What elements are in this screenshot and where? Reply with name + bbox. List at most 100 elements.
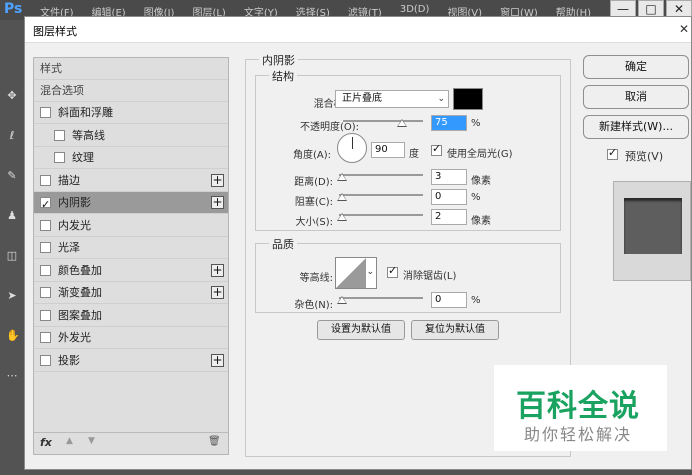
size-slider[interactable] [339, 214, 423, 216]
angle-dial[interactable] [337, 133, 367, 163]
distance-unit: 像素 [471, 176, 491, 187]
path-tool-icon[interactable]: ➤ [6, 290, 18, 302]
noise-slider[interactable] [339, 297, 423, 299]
style-item-label: 内阴影 [58, 196, 91, 209]
angle-label: 角度(A): [292, 150, 331, 161]
style-item-label: 纹理 [72, 151, 94, 164]
style-item-checkbox[interactable] [40, 194, 51, 216]
style-item[interactable]: 内发光 [34, 215, 228, 237]
style-item[interactable]: 描边 + [34, 170, 228, 192]
style-item-checkbox[interactable] [40, 354, 51, 366]
distance-slider-thumb[interactable] [337, 173, 347, 181]
add-style-icon[interactable]: + [211, 286, 224, 299]
choke-slider-thumb[interactable] [337, 193, 347, 201]
distance-input[interactable]: 3 [431, 169, 467, 185]
style-item-label: 颜色叠加 [58, 263, 102, 277]
distance-label: 距离(D): [294, 177, 333, 188]
noise-input[interactable]: 0 [431, 292, 467, 308]
opacity-slider[interactable] [343, 120, 423, 122]
style-item-label: 描边 [58, 173, 80, 187]
add-style-icon[interactable]: + [211, 173, 224, 187]
style-list-header-blend[interactable]: 混合选项 [34, 80, 228, 102]
choke-slider[interactable] [339, 194, 423, 196]
style-item[interactable]: 光泽 [34, 237, 228, 259]
noise-unit: % [471, 295, 481, 306]
style-item[interactable]: 纹理 [34, 147, 228, 169]
hand-tool-icon[interactable]: ✋ [6, 330, 20, 342]
ps-toolbox: ✥ ℓ ✎ ♟ ◫ ➤ ✋ ⋯ [0, 20, 24, 475]
eraser-tool-icon[interactable]: ◫ [6, 250, 18, 262]
reset-default-button[interactable]: 复位为默认值 [411, 320, 499, 340]
fx-icon[interactable]: fx [40, 436, 52, 449]
angle-needle [352, 137, 353, 149]
blend-mode-select[interactable]: 正片叠底 ⌄ [335, 90, 449, 108]
lasso-tool-icon[interactable]: ℓ [6, 130, 18, 142]
trash-icon[interactable]: 🗑 [208, 436, 221, 447]
make-default-button[interactable]: 设置为默认值 [317, 320, 405, 340]
contour-picker[interactable]: ⌄ [335, 257, 377, 289]
style-item[interactable]: 斜面和浮雕 [34, 102, 228, 124]
new-style-button[interactable]: 新建样式(W)... [583, 115, 689, 139]
preview-box [613, 181, 691, 281]
antialias-checkbox[interactable] [387, 264, 398, 278]
preview-checkbox[interactable] [607, 146, 618, 160]
brush-tool-icon[interactable]: ✎ [6, 170, 18, 182]
style-item-checkbox[interactable] [40, 264, 51, 276]
move-tool-icon[interactable]: ✥ [6, 90, 18, 102]
move-up-icon[interactable]: ▲ [66, 436, 73, 446]
style-item-checkbox[interactable] [54, 129, 65, 141]
style-item-checkbox[interactable] [40, 174, 51, 186]
opacity-input[interactable]: 75 [431, 115, 467, 131]
style-item-label: 光泽 [58, 241, 80, 254]
distance-slider[interactable] [339, 174, 423, 176]
ps-logo: Ps [4, 1, 23, 17]
global-light-label: 使用全局光(G) [447, 149, 513, 160]
style-item-checkbox[interactable] [40, 287, 51, 298]
add-style-icon[interactable]: + [211, 263, 224, 277]
blend-mode-value: 正片叠底 [342, 93, 382, 104]
quality-title: 品质 [269, 236, 297, 252]
cancel-button[interactable]: 取消 [583, 85, 689, 109]
style-item-checkbox[interactable] [40, 242, 51, 253]
global-light-checkbox[interactable] [431, 142, 442, 156]
style-item-label: 内发光 [58, 218, 91, 232]
choke-unit: % [471, 192, 481, 203]
preview-label: 预览(V) [625, 150, 664, 163]
style-item-label: 等高线 [72, 128, 105, 142]
shadow-color-swatch[interactable] [453, 88, 483, 110]
style-item-label: 图案叠加 [58, 308, 102, 322]
blend-options-label: 混合选项 [40, 84, 84, 97]
dialog-close-icon[interactable]: ✕ [679, 22, 689, 36]
contour-label: 等高线: [299, 273, 333, 284]
opacity-slider-thumb[interactable] [397, 119, 407, 127]
style-item-checkbox[interactable] [54, 152, 65, 163]
angle-unit: 度 [409, 149, 419, 160]
watermark: 百科全说 助你轻松解决 [494, 365, 667, 451]
choke-input[interactable]: 0 [431, 189, 467, 205]
add-style-icon[interactable]: + [211, 353, 224, 367]
style-item-checkbox[interactable] [40, 309, 51, 321]
stamp-tool-icon[interactable]: ♟ [6, 210, 18, 222]
style-item[interactable]: 等高线 [34, 125, 228, 147]
noise-slider-thumb[interactable] [337, 296, 347, 304]
style-item[interactable]: 外发光 [34, 327, 228, 349]
style-item-label: 外发光 [58, 331, 91, 344]
style-item[interactable]: 图案叠加 [34, 305, 228, 327]
angle-input[interactable]: 90 [371, 142, 405, 158]
style-item[interactable]: 内阴影 + [34, 192, 228, 216]
dialog-titlebar: 图层样式 ✕ [25, 17, 691, 43]
style-item-checkbox[interactable] [40, 107, 51, 118]
more-tools-icon[interactable]: ⋯ [6, 370, 18, 382]
add-style-icon[interactable]: + [211, 196, 224, 209]
style-item-checkbox[interactable] [40, 219, 51, 231]
move-down-icon[interactable]: ▼ [88, 436, 95, 446]
opacity-unit: % [471, 118, 481, 129]
style-item[interactable]: 投影 + [34, 350, 228, 372]
style-item-checkbox[interactable] [40, 332, 51, 343]
size-input[interactable]: 2 [431, 209, 467, 225]
style-item[interactable]: 颜色叠加 + [34, 260, 228, 282]
size-slider-thumb[interactable] [337, 213, 347, 221]
ok-button[interactable]: 确定 [583, 55, 689, 79]
style-list-header-styles[interactable]: 样式 [34, 58, 228, 80]
style-item[interactable]: 渐变叠加 + [34, 282, 228, 304]
